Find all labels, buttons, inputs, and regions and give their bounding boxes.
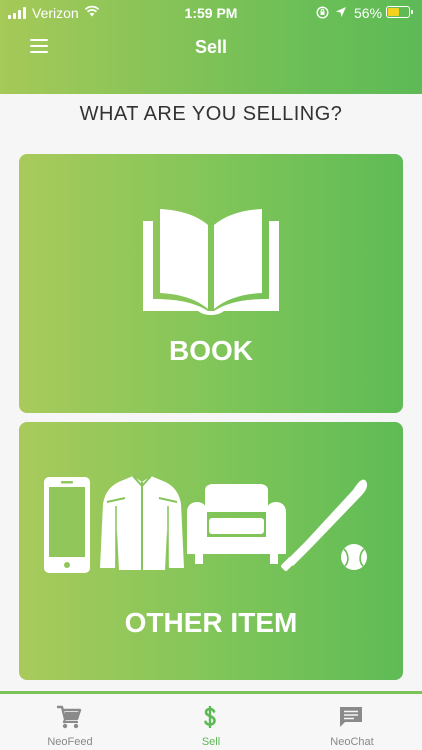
status-bar: Verizon 1:59 PM 56% [0,0,422,26]
top-bar: Verizon 1:59 PM 56% Sell [0,0,422,94]
tab-neofeed[interactable]: NeoFeed [0,694,140,750]
chat-bubble-icon [340,707,362,727]
jacket-icon [100,475,184,570]
battery-icon [386,6,413,18]
shopping-cart-icon [57,705,82,729]
sell-other-item-card[interactable]: OTHER ITEM [19,422,403,680]
sell-book-label: BOOK [169,335,253,366]
tab-sell[interactable]: Sell [141,694,281,750]
tab-neofeed-label: NeoFeed [47,736,93,748]
selling-prompt-heading: WHAT ARE YOU SELLING? [79,103,343,125]
open-book-icon [143,209,279,315]
sofa-icon [187,484,286,564]
tab-neochat[interactable]: NeoChat [282,694,422,750]
rotation-lock-icon [316,6,329,19]
battery-percent: 56% [354,5,383,21]
baseball-bat-icon [281,479,368,571]
battery-level [388,8,399,16]
sell-other-item-label: OTHER ITEM [124,607,298,638]
bottom-tab-bar: NeoFeed Sell NeoChat [0,691,422,750]
sell-book-card[interactable]: BOOK [19,154,403,413]
page-title: Sell [194,37,228,57]
tab-neochat-label: NeoChat [330,736,374,748]
smartphone-icon [44,477,90,573]
tab-sell-label: Sell [201,736,221,748]
location-arrow-icon [336,7,346,17]
dollar-sign-icon [204,706,216,728]
